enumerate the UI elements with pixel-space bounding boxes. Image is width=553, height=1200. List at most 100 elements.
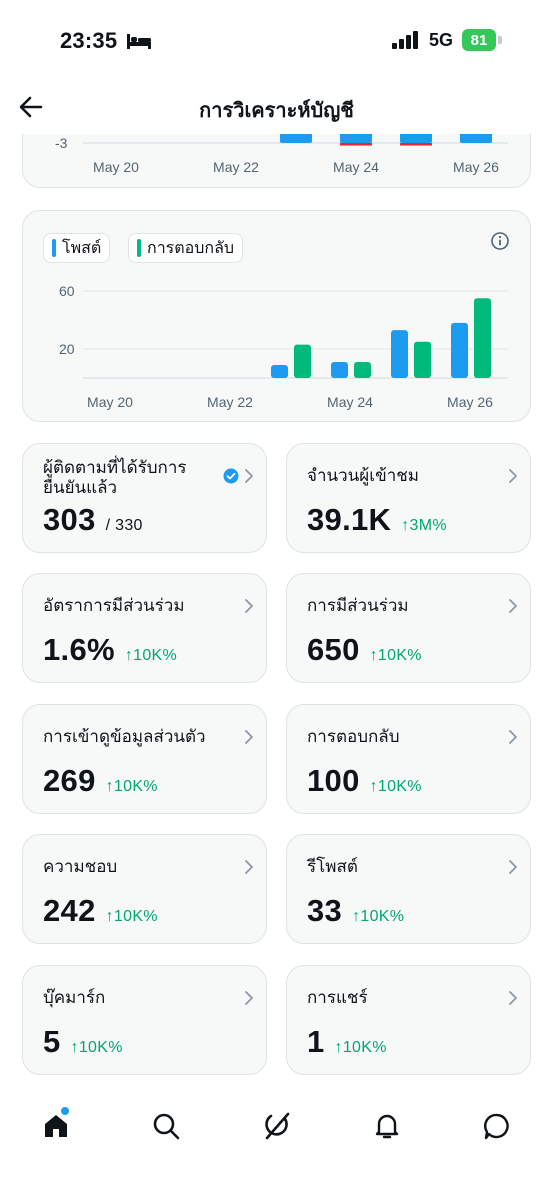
y-tick-label: 20 bbox=[59, 341, 75, 357]
metric-value: 1.6% bbox=[43, 632, 115, 667]
metric-value: 269 bbox=[43, 763, 96, 798]
metric-delta: ↑10K% bbox=[124, 647, 178, 664]
status-time: 23:35 bbox=[60, 28, 118, 53]
metric-value-row: 1.6% ↑10K% bbox=[43, 632, 177, 668]
metric-delta: ↑3M% bbox=[401, 517, 447, 534]
metric-value-row: 242 ↑10K% bbox=[43, 893, 158, 929]
network-label: 5G bbox=[429, 30, 454, 50]
metric-card[interactable]: การแชร์ 1 ↑10K% bbox=[286, 965, 531, 1075]
metric-value-row: 100 ↑10K% bbox=[307, 763, 422, 799]
status-bar: 23:35 5G 81 bbox=[0, 0, 553, 80]
metric-label: การตอบกลับ bbox=[307, 727, 400, 746]
x-tick-label: May 22 bbox=[213, 159, 259, 175]
signal-icon bbox=[392, 31, 418, 49]
metric-value-row: 269 ↑10K% bbox=[43, 763, 158, 799]
x-tick-label: May 26 bbox=[447, 394, 493, 410]
metric-label: บุ๊คมาร์ก bbox=[43, 988, 106, 1007]
metric-card[interactable]: ความชอบ 242 ↑10K% bbox=[22, 834, 267, 944]
metric-card[interactable]: การมีส่วนร่วม 650 ↑10K% bbox=[286, 573, 531, 683]
metric-card[interactable]: บุ๊คมาร์ก 5 ↑10K% bbox=[22, 965, 267, 1075]
metric-delta: ↑10K% bbox=[352, 908, 405, 925]
metric-label: รีโพสต์ bbox=[307, 857, 358, 876]
bar-negative bbox=[400, 143, 432, 146]
chevron-right-icon bbox=[509, 860, 517, 874]
y-tick-label: 60 bbox=[59, 283, 75, 299]
x-tick-label: May 22 bbox=[207, 394, 253, 410]
metric-value-row: 1 ↑10K% bbox=[307, 1024, 387, 1060]
y-tick-label: -3 bbox=[55, 135, 68, 151]
metric-label: การแชร์ bbox=[307, 988, 368, 1007]
battery-cap bbox=[498, 36, 502, 44]
metric-card[interactable]: การเข้าดูข้อมูลส่วนตัว 269 ↑10K% bbox=[22, 704, 267, 814]
chevron-right-icon bbox=[245, 991, 253, 1005]
metric-card[interactable]: อัตราการมีส่วนร่วม 1.6% ↑10K% bbox=[22, 573, 267, 683]
chevron-right-icon bbox=[509, 599, 517, 613]
notification-dot bbox=[61, 1107, 69, 1115]
chevron-right-icon bbox=[509, 730, 517, 744]
metric-value: 39.1K bbox=[307, 502, 392, 537]
metric-card[interactable]: จำนวนผู้เข้าชม 39.1K ↑3M% bbox=[286, 443, 531, 553]
metric-delta: ↑10K% bbox=[369, 647, 422, 664]
chevron-right-icon bbox=[245, 860, 253, 874]
metric-label: ผู้ติดตามที่ได้รับการยืนยันแล้ว bbox=[43, 458, 187, 497]
header: การวิเคราะห์บัญชี bbox=[0, 80, 553, 134]
bar-replies bbox=[294, 344, 311, 378]
metric-delta: ↑10K% bbox=[105, 908, 158, 925]
metric-label: อัตราการมีส่วนร่วม bbox=[43, 596, 185, 615]
metric-label: การมีส่วนร่วม bbox=[307, 596, 409, 615]
chevron-right-icon bbox=[245, 730, 253, 744]
metric-value-row: 33 ↑10K% bbox=[307, 893, 404, 929]
bar-posts bbox=[391, 330, 408, 378]
metric-value: 5 bbox=[43, 1024, 61, 1059]
metric-delta: ↑10K% bbox=[105, 778, 158, 795]
battery-indicator: 81 bbox=[462, 29, 496, 51]
metric-delta: ↑10K% bbox=[70, 1039, 123, 1056]
bar-posts bbox=[331, 362, 348, 378]
metric-value: 303 bbox=[43, 502, 96, 537]
bar-negative bbox=[340, 143, 372, 146]
metric-card[interactable]: รีโพสต์ 33 ↑10K% bbox=[286, 834, 531, 944]
verified-icon bbox=[223, 468, 239, 484]
metric-value-row: 650 ↑10K% bbox=[307, 632, 422, 668]
x-tick-label: May 20 bbox=[93, 159, 139, 175]
metric-value-row: 5 ↑10K% bbox=[43, 1024, 123, 1060]
metric-value-row: 303 / 330 bbox=[43, 502, 143, 538]
bar-replies bbox=[474, 298, 491, 378]
posts-replies-chart: 60 20 May 20 May 22 May 24 May 26 bbox=[59, 283, 508, 410]
metric-delta: ↑10K% bbox=[369, 778, 422, 795]
bar-replies bbox=[354, 362, 371, 378]
x-tick-label: May 26 bbox=[453, 159, 499, 175]
bar-replies bbox=[414, 341, 431, 378]
bar-posts bbox=[271, 364, 288, 378]
metric-label: การเข้าดูข้อมูลส่วนตัว bbox=[43, 727, 206, 746]
metric-value-row: 39.1K ↑3M% bbox=[307, 502, 447, 538]
x-tick-label: May 20 bbox=[87, 394, 133, 410]
page-title: การวิเคราะห์บัญชี bbox=[199, 100, 354, 122]
home-icon[interactable] bbox=[41, 1111, 71, 1141]
bar-posts bbox=[451, 322, 468, 378]
metric-label: ความชอบ bbox=[43, 857, 118, 876]
bottom-nav bbox=[0, 1085, 553, 1200]
metric-card[interactable]: การตอบกลับ 100 ↑10K% bbox=[286, 704, 531, 814]
search-icon[interactable] bbox=[151, 1111, 181, 1141]
bed-icon bbox=[127, 34, 151, 49]
metric-value: 650 bbox=[307, 632, 360, 667]
metric-label: จำนวนผู้เข้าชม bbox=[307, 466, 419, 485]
metric-value: 100 bbox=[307, 763, 360, 798]
chevron-right-icon bbox=[245, 469, 253, 483]
chat-icon[interactable] bbox=[482, 1111, 512, 1141]
metric-card[interactable]: ผู้ติดตามที่ได้รับการยืนยันแล้ว 303 / 330 bbox=[22, 443, 267, 553]
x-tick-label: May 24 bbox=[333, 159, 379, 175]
metric-value: 1 bbox=[307, 1024, 325, 1059]
metric-value: 33 bbox=[307, 893, 343, 928]
x-tick-label: May 24 bbox=[327, 394, 373, 410]
grok-icon[interactable] bbox=[262, 1111, 292, 1141]
chevron-right-icon bbox=[509, 469, 517, 483]
metric-delta: ↑10K% bbox=[334, 1039, 387, 1056]
metric-total: / 330 bbox=[105, 517, 143, 534]
chevron-right-icon bbox=[509, 991, 517, 1005]
bell-icon[interactable] bbox=[372, 1111, 402, 1141]
chevron-right-icon bbox=[245, 599, 253, 613]
posts-replies-chart-card: โพสต์ การตอบกลับ 60 20 May 20 May 22 May 24 M… bbox=[22, 210, 531, 422]
metric-value: 242 bbox=[43, 893, 96, 928]
